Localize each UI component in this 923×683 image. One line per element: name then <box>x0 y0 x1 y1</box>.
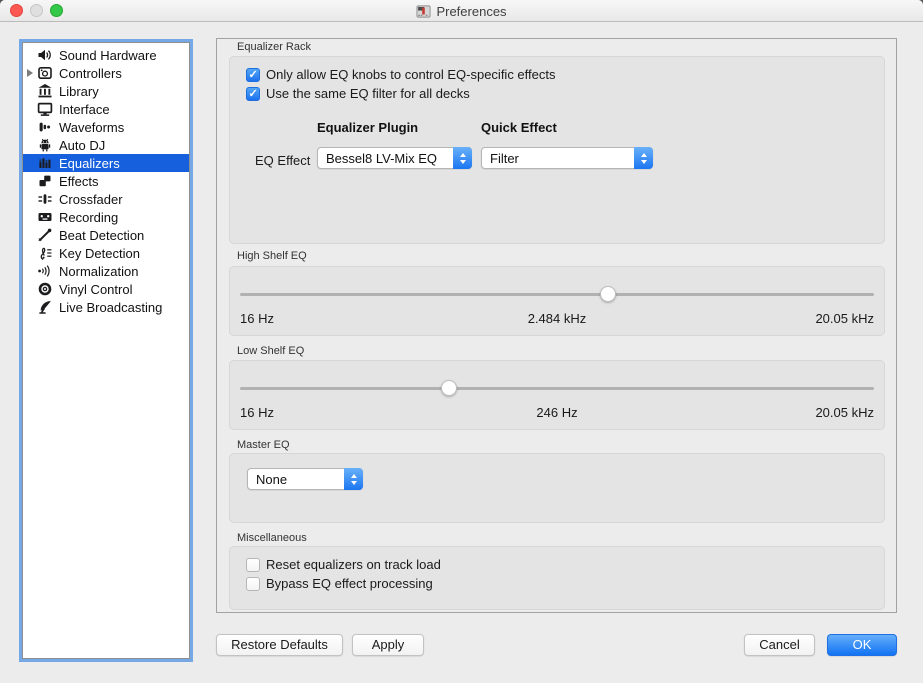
autodj-icon <box>37 137 54 153</box>
equalizer-rack-group-label: Equalizer Rack <box>237 41 311 53</box>
checkbox-row-bypass-eq-effect-processing[interactable]: Bypass EQ effect processing <box>246 574 441 593</box>
sidebar-item-library[interactable]: Library <box>23 82 189 100</box>
sidebar-item-equalizers[interactable]: Equalizers <box>23 154 189 172</box>
miscellaneous-checkboxes: Reset equalizers on track load Bypass EQ… <box>246 555 441 593</box>
key-detection-icon <box>37 245 54 261</box>
low-shelf-group: 16 Hz 246 Hz 20.05 kHz <box>229 360 885 430</box>
slider-thumb[interactable] <box>441 380 457 396</box>
vinyl-control-icon <box>37 281 54 297</box>
sidebar-item-key-detection[interactable]: Key Detection <box>23 244 189 262</box>
crossfader-icon <box>37 191 54 207</box>
high-shelf-group-label: High Shelf EQ <box>237 250 307 262</box>
recording-icon <box>37 209 54 225</box>
slider-thumb[interactable] <box>600 286 616 302</box>
sidebar-item-live-broadcasting[interactable]: Live Broadcasting <box>23 298 189 316</box>
master-eq-group-label: Master EQ <box>237 439 290 451</box>
miscellaneous-group-label: Miscellaneous <box>237 532 307 544</box>
stepper-icon <box>453 147 472 169</box>
checkbox-label: Only allow EQ knobs to control EQ-specif… <box>266 67 556 82</box>
checkbox-label: Bypass EQ effect processing <box>266 576 433 591</box>
scale-value: 2.484 kHz <box>240 311 874 326</box>
interface-icon <box>37 101 54 117</box>
quick-effect-value: Filter <box>482 151 634 166</box>
quick-effect-select[interactable]: Filter <box>481 147 653 169</box>
miscellaneous-group: Reset equalizers on track load Bypass EQ… <box>229 546 885 610</box>
sidebar-item-recording[interactable]: Recording <box>23 208 189 226</box>
controllers-icon <box>37 65 54 81</box>
sidebar-item-interface[interactable]: Interface <box>23 100 189 118</box>
preferences-pane: Equalizer Rack Only allow EQ knobs to co… <box>216 38 897 613</box>
sidebar-item-beat-detection[interactable]: Beat Detection <box>23 226 189 244</box>
checkbox-row-only-allow-eq-knobs-to-control-eq-specific-effects[interactable]: Only allow EQ knobs to control EQ-specif… <box>246 65 556 84</box>
checkbox[interactable] <box>246 87 260 101</box>
quick-effect-header: Quick Effect <box>481 120 557 135</box>
waveforms-icon <box>37 119 54 135</box>
speaker-icon <box>37 47 54 63</box>
checkbox-row-use-the-same-eq-filter-for-all-decks[interactable]: Use the same EQ filter for all decks <box>246 84 556 103</box>
sidebar-item-waveforms[interactable]: Waveforms <box>23 118 189 136</box>
master-eq-select[interactable]: None <box>247 468 363 490</box>
equalizer-rack-group: Only allow EQ knobs to control EQ-specif… <box>229 56 885 244</box>
restore-defaults-button[interactable]: Restore Defaults <box>216 634 343 656</box>
checkbox-label: Reset equalizers on track load <box>266 557 441 572</box>
preferences-category-list[interactable]: Sound Hardware Controllers Library Inter… <box>22 42 190 659</box>
eq-effect-label: EQ Effect <box>255 153 310 168</box>
slider-track[interactable] <box>240 387 874 390</box>
checkbox[interactable] <box>246 558 260 572</box>
equalizers-icon <box>37 155 54 171</box>
titlebar: Preferences <box>0 0 923 22</box>
scale-value: 246 Hz <box>240 405 874 420</box>
window-title-area: Preferences <box>0 0 923 22</box>
sidebar-item-normalization[interactable]: Normalization <box>23 262 189 280</box>
low-shelf-group-label: Low Shelf EQ <box>237 345 304 357</box>
ok-button[interactable]: OK <box>827 634 897 656</box>
live-broadcasting-icon <box>37 299 54 315</box>
low-shelf-scale: 16 Hz 246 Hz 20.05 kHz <box>240 405 874 421</box>
high-shelf-group: 16 Hz 2.484 kHz 20.05 kHz <box>229 266 885 336</box>
high-shelf-scale: 16 Hz 2.484 kHz 20.05 kHz <box>240 311 874 327</box>
sidebar-item-vinyl-control[interactable]: Vinyl Control <box>23 280 189 298</box>
stepper-icon <box>634 147 653 169</box>
equalizer-plugin-value: Bessel8 LV-Mix EQ <box>318 151 453 166</box>
equalizer-plugin-select[interactable]: Bessel8 LV-Mix EQ <box>317 147 472 169</box>
normalization-icon <box>37 263 54 279</box>
checkbox[interactable] <box>246 68 260 82</box>
cancel-button[interactable]: Cancel <box>744 634 815 656</box>
master-eq-value: None <box>248 472 344 487</box>
beat-detection-icon <box>37 227 54 243</box>
checkbox[interactable] <box>246 577 260 591</box>
checkbox-label: Use the same EQ filter for all decks <box>266 86 470 101</box>
sidebar-item-auto-dj[interactable]: Auto DJ <box>23 136 189 154</box>
apply-button[interactable]: Apply <box>352 634 424 656</box>
low-shelf-slider[interactable] <box>240 379 874 397</box>
mixer-app-icon <box>416 4 431 19</box>
sidebar-item-crossfader[interactable]: Crossfader <box>23 190 189 208</box>
slider-track[interactable] <box>240 293 874 296</box>
high-shelf-slider[interactable] <box>240 285 874 303</box>
preferences-window: Preferences Sound Hardware Controllers L… <box>0 0 923 683</box>
sidebar-item-sound-hardware[interactable]: Sound Hardware <box>23 46 189 64</box>
stepper-icon <box>344 468 363 490</box>
scale-max: 20.05 kHz <box>815 405 874 420</box>
checkbox-row-reset-equalizers-on-track-load[interactable]: Reset equalizers on track load <box>246 555 441 574</box>
library-icon <box>37 83 54 99</box>
window-title: Preferences <box>436 4 506 19</box>
sidebar-item-controllers[interactable]: Controllers <box>23 64 189 82</box>
equalizer-rack-checkboxes: Only allow EQ knobs to control EQ-specif… <box>246 65 556 103</box>
equalizer-plugin-header: Equalizer Plugin <box>317 120 418 135</box>
master-eq-group: None <box>229 453 885 523</box>
sidebar-item-effects[interactable]: Effects <box>23 172 189 190</box>
effects-icon <box>37 173 54 189</box>
disclosure-triangle-icon[interactable] <box>23 69 37 77</box>
scale-max: 20.05 kHz <box>815 311 874 326</box>
